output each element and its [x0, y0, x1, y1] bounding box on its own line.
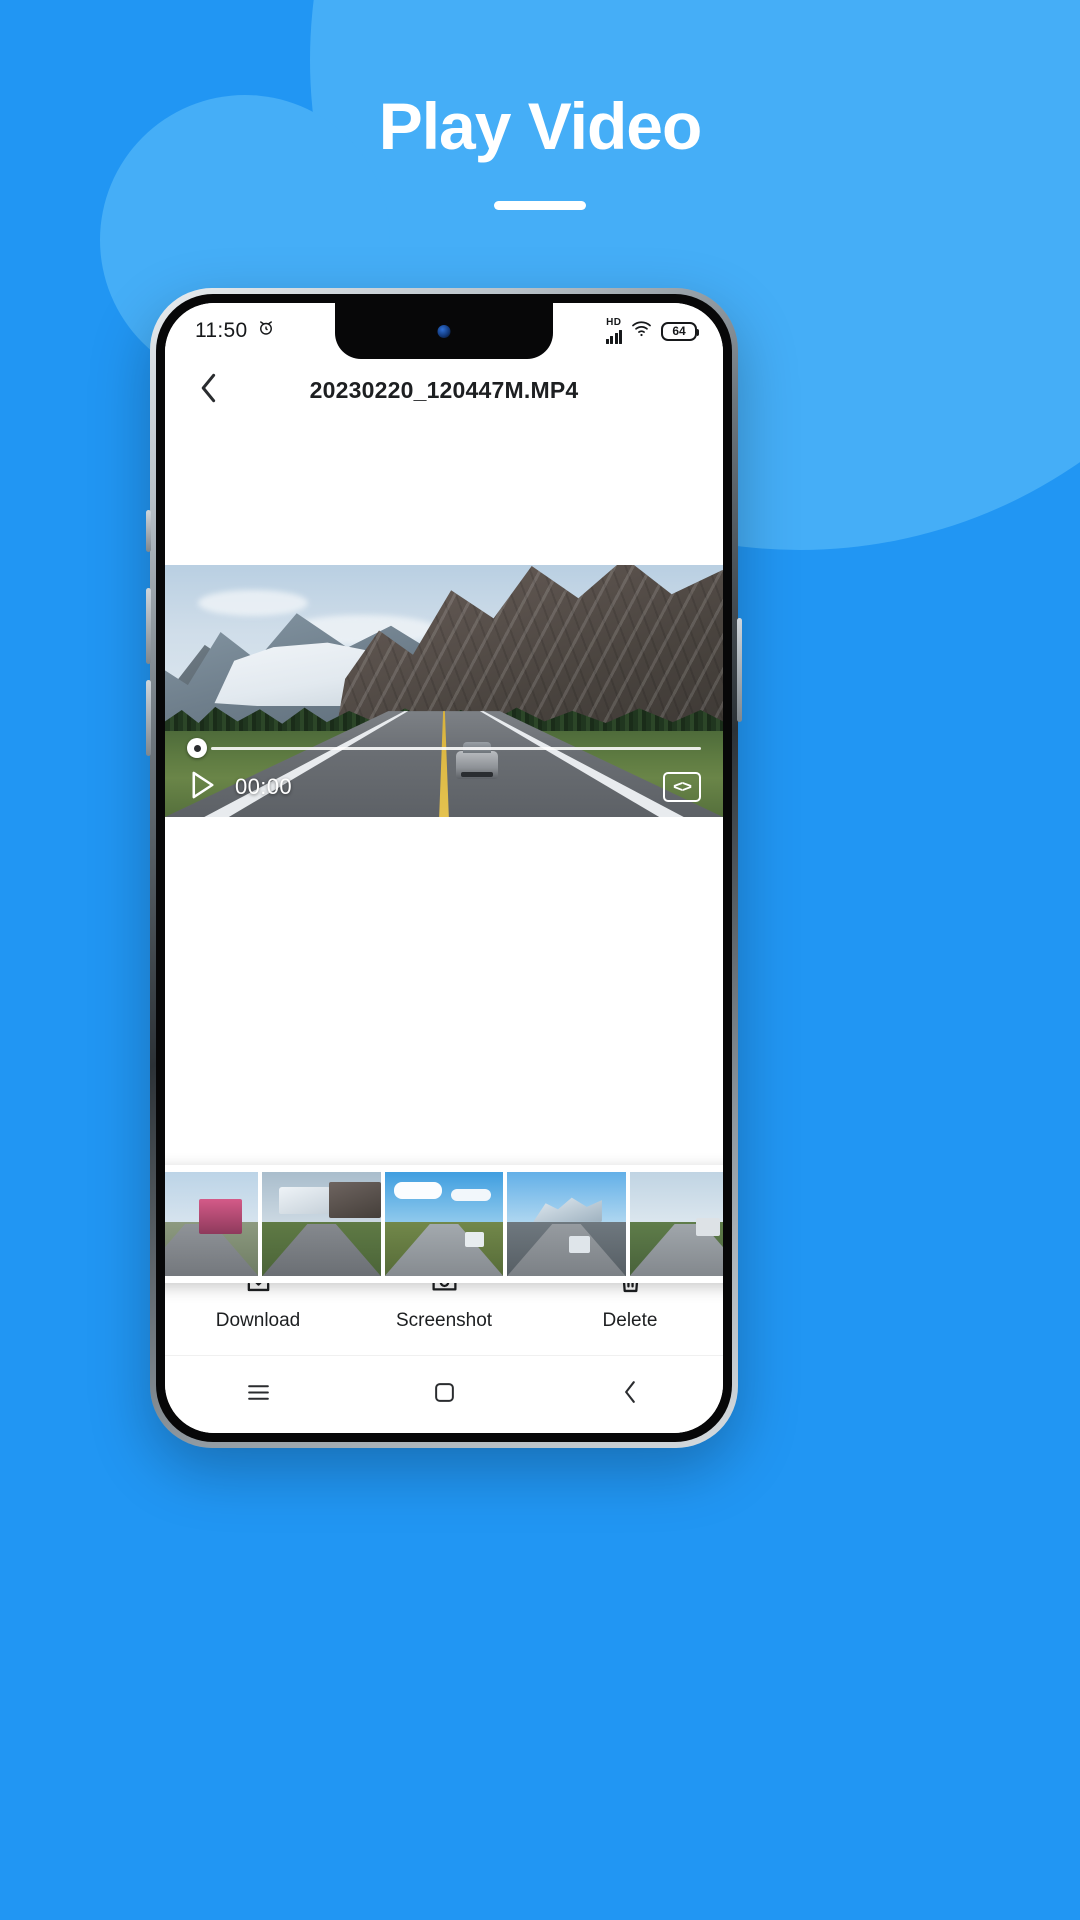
page-title: Play Video: [378, 89, 703, 163]
chevron-left-icon: [198, 373, 220, 408]
android-nav-bar: [165, 1355, 723, 1433]
delete-label: Delete: [602, 1310, 658, 1331]
wifi-icon: [631, 319, 652, 343]
thumbnail-3[interactable]: [384, 1172, 504, 1276]
play-button[interactable]: [187, 771, 219, 803]
square-home-icon: [433, 1381, 456, 1409]
phone-screen: 11:50 HD 64 20230220_120447M.MP4 00:00 <…: [165, 303, 723, 1433]
phone-mute-button: [146, 510, 151, 552]
phone-notch: [335, 303, 553, 359]
player-controls: 00:00 <>: [165, 735, 723, 817]
current-time-label: 00:00: [235, 774, 293, 799]
video-stage: 00:00 <>: [165, 421, 723, 961]
thumbnail-5[interactable]: [629, 1172, 723, 1276]
chevron-back-icon: [622, 1380, 639, 1409]
phone-volume-up-button: [146, 588, 151, 664]
battery-indicator: 64: [661, 321, 699, 341]
app-title-bar: 20230220_120447M.MP4: [165, 359, 723, 421]
seek-bar[interactable]: [187, 735, 701, 761]
status-clock: 11:50: [195, 319, 248, 342]
fullscreen-expand-icon: <>: [673, 777, 692, 796]
download-label: Download: [215, 1310, 301, 1331]
screenshot-label: Screenshot: [395, 1310, 493, 1331]
back-button[interactable]: [189, 370, 229, 410]
phone-volume-down-button: [146, 680, 151, 756]
phone-mockup: 11:50 HD 64 20230220_120447M.MP4 00:00 <…: [146, 288, 742, 1448]
hd-label: HD: [606, 317, 622, 328]
nav-back-button[interactable]: [598, 1371, 662, 1419]
thumbnail-filmstrip[interactable]: [165, 1165, 723, 1283]
home-button[interactable]: [412, 1371, 476, 1419]
phone-bezel: 11:50 HD 64 20230220_120447M.MP4 00:00 <…: [156, 294, 732, 1442]
status-bar-left: 11:50: [195, 319, 275, 343]
headline-section: Play Video: [0, 90, 1080, 210]
seek-thumb-handle[interactable]: [187, 738, 207, 758]
headline-underline: [494, 200, 586, 210]
recents-button[interactable]: [226, 1371, 290, 1419]
cellular-signal-icon: HD: [605, 317, 622, 344]
seek-track[interactable]: [211, 746, 701, 750]
play-triangle-icon: [190, 770, 216, 805]
fullscreen-button[interactable]: <>: [663, 772, 701, 802]
phone-power-button: [737, 618, 742, 722]
status-bar-right: HD 64: [605, 317, 699, 344]
page-title-filename: 20230220_120447M.MP4: [309, 376, 579, 403]
video-player[interactable]: 00:00 <>: [165, 565, 723, 817]
thumbnail-2[interactable]: [262, 1172, 381, 1276]
alarm-clock-icon: [257, 319, 275, 343]
thumbnail-1[interactable]: [165, 1172, 259, 1276]
playback-control-row: 00:00 <>: [187, 771, 701, 803]
thumbnail-4[interactable]: [507, 1172, 626, 1276]
battery-level-text: 64: [672, 324, 686, 338]
promo-background: Play Video 11:50 HD 64 20230220_120447M.…: [0, 0, 1080, 1920]
front-camera-icon: [437, 325, 451, 338]
hamburger-recents-icon: [246, 1383, 271, 1407]
